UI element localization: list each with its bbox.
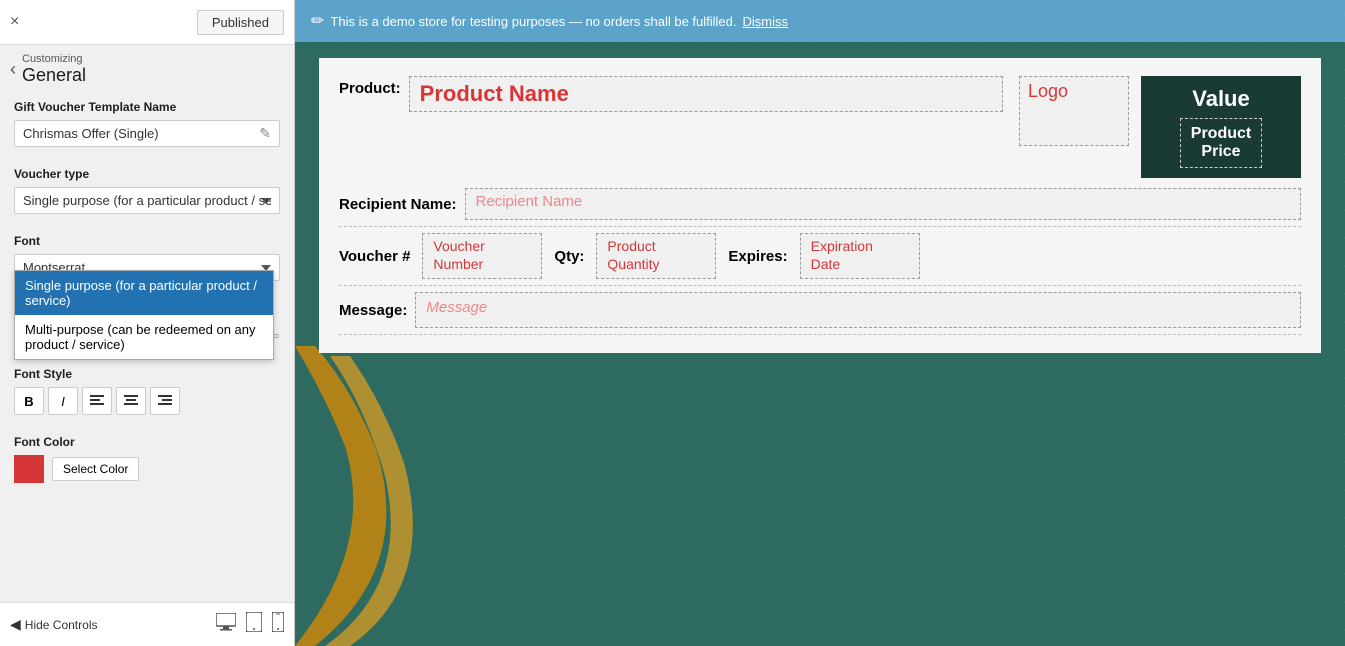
hide-controls-button[interactable]: ◀ Hide Controls	[10, 616, 97, 633]
tablet-icon-button[interactable]	[246, 612, 262, 637]
template-name-label: Gift Voucher Template Name	[14, 100, 280, 114]
close-button[interactable]: ×	[10, 13, 19, 31]
voucher-num-placeholder: VoucherNumber	[433, 238, 484, 272]
demo-banner-text: This is a demo store for testing purpose…	[330, 14, 736, 29]
product-name-box[interactable]: Product Name	[409, 76, 1003, 112]
divider-3	[339, 334, 1301, 335]
product-price-text: ProductPrice	[1191, 125, 1251, 161]
voucher-type-section: Voucher type Single purpose (for a parti…	[0, 157, 294, 224]
device-icons	[216, 612, 284, 637]
voucher-wrapper: Product: Product Name Logo Value Product…	[295, 42, 1345, 646]
font-style-label: Font Style	[14, 367, 280, 381]
preview-area: ✏ This is a demo store for testing purpo…	[295, 0, 1345, 646]
bold-button[interactable]: B	[14, 387, 44, 415]
customizing-label: Customizing	[22, 53, 86, 65]
published-button[interactable]: Published	[197, 10, 284, 35]
expires-label: Expires:	[728, 248, 787, 265]
template-name-input-row: ✎	[14, 120, 280, 147]
voucher-row4: Message: Message	[339, 292, 1301, 328]
bottom-bar: ◀ Hide Controls	[0, 602, 294, 646]
product-price-box: ProductPrice	[1180, 118, 1262, 168]
select-color-button[interactable]: Select Color	[52, 457, 139, 481]
edit-icon: ✎	[259, 125, 271, 142]
hide-controls-label: Hide Controls	[25, 618, 98, 632]
voucher-row2: Recipient Name: Recipient Name	[339, 188, 1301, 220]
italic-button[interactable]: I	[48, 387, 78, 415]
template-name-section: Gift Voucher Template Name ✎	[0, 90, 294, 157]
breadcrumb: ‹ Customizing General	[0, 45, 294, 90]
qty-label: Qty:	[554, 248, 584, 265]
message-label: Message:	[339, 302, 407, 319]
font-style-row: B I	[14, 387, 280, 415]
message-placeholder: Message	[426, 299, 487, 316]
expires-placeholder: ExpirationDate	[811, 238, 873, 272]
align-right-button[interactable]	[150, 387, 180, 415]
voucher-num-box[interactable]: VoucherNumber	[422, 233, 542, 279]
divider-1	[339, 226, 1301, 227]
logo-placeholder: Logo	[1028, 81, 1068, 102]
recipient-placeholder: Recipient Name	[476, 193, 583, 210]
color-row: Select Color	[14, 455, 280, 483]
align-center-button[interactable]	[116, 387, 146, 415]
desktop-icon-button[interactable]	[216, 612, 236, 637]
left-panel: × Published ‹ Customizing General Gift V…	[0, 0, 295, 646]
product-name-placeholder: Product Name	[420, 81, 569, 106]
expires-box[interactable]: ExpirationDate	[800, 233, 920, 279]
product-section: Product: Product Name Logo	[339, 76, 1129, 178]
font-color-section: Font Color Select Color	[0, 425, 294, 493]
voucher-paper: Product: Product Name Logo Value Product…	[319, 58, 1321, 353]
recipient-label: Recipient Name:	[339, 196, 457, 213]
back-arrow-icon: ◀	[10, 616, 21, 633]
voucher-type-dropdown: Single purpose (for a particular product…	[14, 270, 274, 360]
qty-placeholder: ProductQuantity	[607, 238, 659, 272]
template-name-input[interactable]	[23, 126, 255, 141]
value-box: Value ProductPrice	[1141, 76, 1301, 178]
font-style-section: Font Style B I	[0, 357, 294, 425]
mobile-icon-button[interactable]	[272, 612, 284, 637]
voucher-type-label: Voucher type	[14, 167, 280, 181]
font-color-label: Font Color	[14, 435, 280, 449]
dismiss-link[interactable]: Dismiss	[743, 14, 789, 29]
divider-2	[339, 285, 1301, 286]
dropdown-option-single[interactable]: Single purpose (for a particular product…	[15, 271, 273, 315]
qty-box[interactable]: ProductQuantity	[596, 233, 716, 279]
value-title: Value	[1192, 86, 1249, 112]
pencil-icon: ✏	[311, 11, 324, 31]
dropdown-option-multi[interactable]: Multi-purpose (can be redeemed on any pr…	[15, 315, 273, 359]
back-button[interactable]: ‹	[10, 59, 22, 80]
top-bar: × Published	[0, 0, 294, 45]
logo-box[interactable]: Logo	[1019, 76, 1129, 146]
demo-banner: ✏ This is a demo store for testing purpo…	[295, 0, 1345, 42]
product-label: Product:	[339, 76, 401, 97]
voucher-row3: Voucher # VoucherNumber Qty: ProductQuan…	[339, 233, 1301, 279]
voucher-type-select[interactable]: Single purpose (for a particular product…	[14, 187, 280, 214]
voucher-row1: Product: Product Name Logo Value Product…	[339, 76, 1301, 178]
message-box[interactable]: Message	[415, 292, 1301, 328]
voucher-num-label: Voucher #	[339, 248, 410, 265]
general-label: General	[22, 65, 86, 86]
recipient-box[interactable]: Recipient Name	[465, 188, 1301, 220]
font-label: Font	[14, 234, 280, 248]
align-left-button[interactable]	[82, 387, 112, 415]
color-swatch[interactable]	[14, 455, 44, 483]
